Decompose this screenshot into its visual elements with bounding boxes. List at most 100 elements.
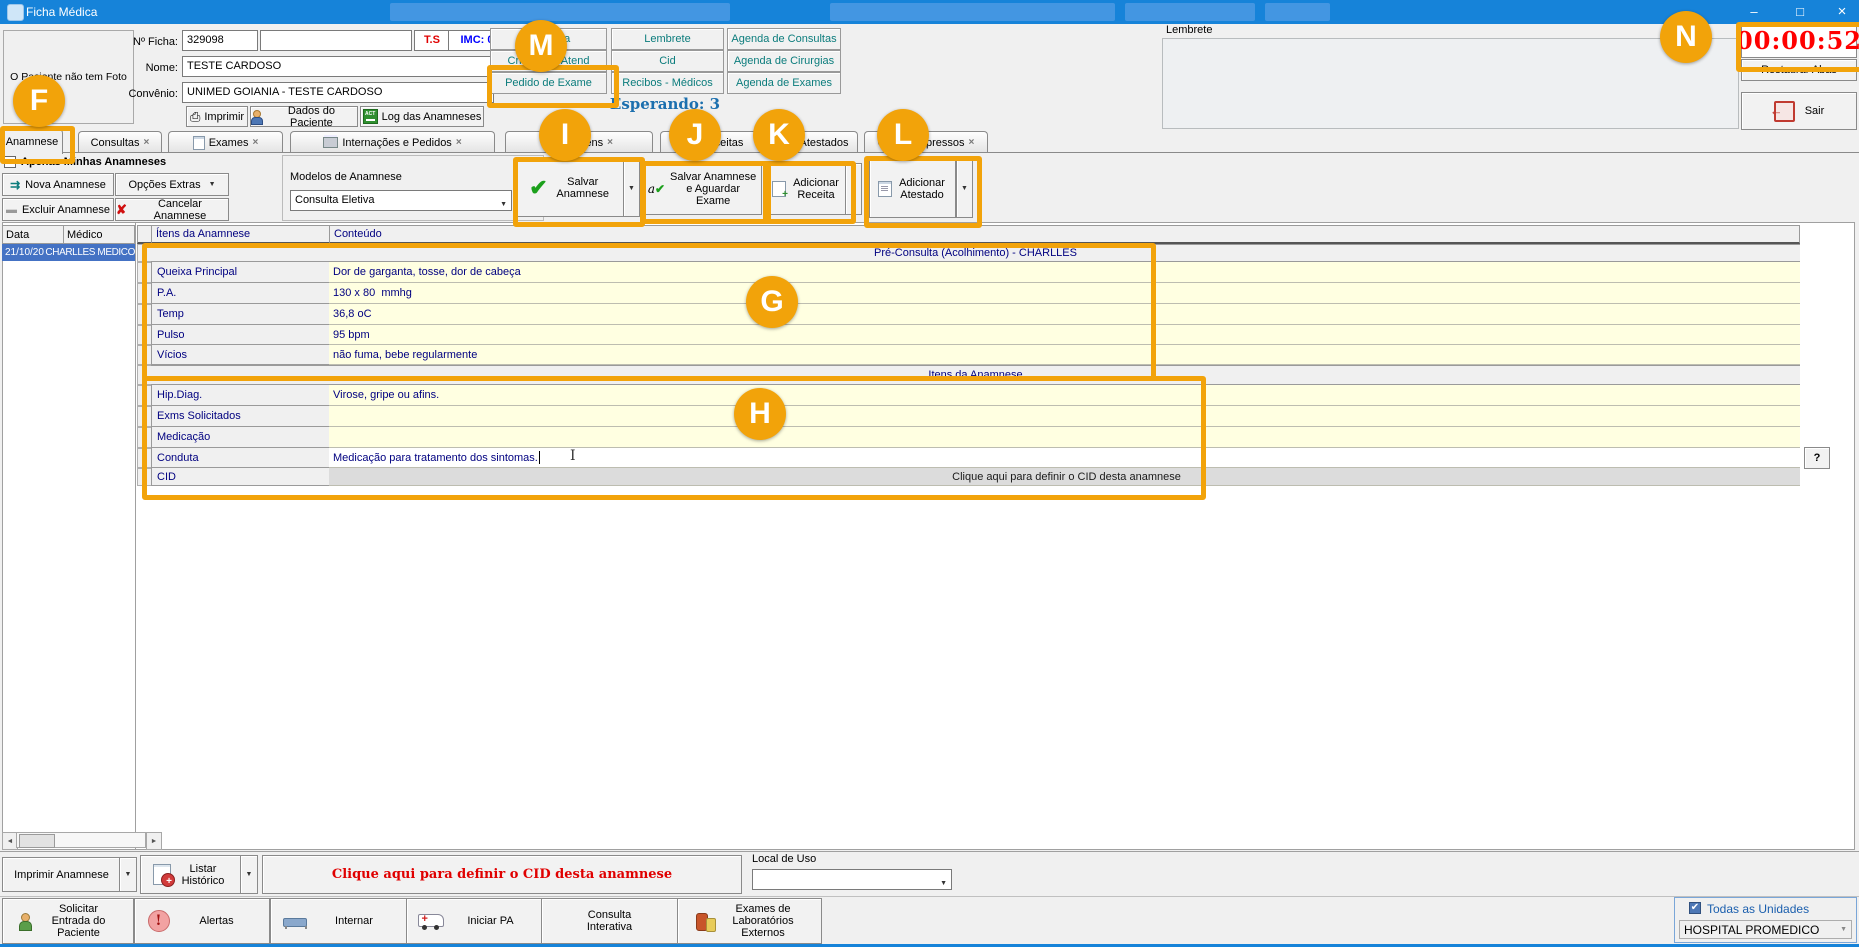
redacted-title-text xyxy=(830,3,1115,21)
quick-button-lembrete[interactable]: Lembrete xyxy=(611,28,724,50)
quick-button-agenda-de-cirurgias[interactable]: Agenda de Cirurgias xyxy=(727,50,841,72)
scrollbar-thumb[interactable] xyxy=(19,834,55,848)
printer-icon xyxy=(323,137,338,148)
ficha-label: Nº Ficha: xyxy=(130,36,178,48)
ficha-secondary-input[interactable] xyxy=(260,30,412,51)
tab-label: Atestados xyxy=(800,137,849,149)
extra-options-button[interactable]: Opções Extras ▼ xyxy=(115,173,229,196)
grid-col-items[interactable]: Ítens da Anamnese xyxy=(151,225,330,244)
tab-internacoes-e-pedidos[interactable]: Internações e Pedidos× xyxy=(290,131,495,153)
footer-iniciar-pa-button[interactable]: Iniciar PA xyxy=(406,898,542,944)
nome-input[interactable]: TESTE CARDOSO xyxy=(182,56,494,77)
cancel-anamnese-button[interactable]: ✘ Cancelar Anamnese xyxy=(115,198,229,221)
grid-corner xyxy=(137,225,152,244)
chevron-down-icon: ▼ xyxy=(209,181,216,188)
nome-label: Nome: xyxy=(130,62,178,74)
exit-button[interactable]: Sair xyxy=(1741,92,1857,130)
annotation-marker-f: F xyxy=(13,75,65,127)
history-col-medico[interactable]: Médico xyxy=(63,225,135,244)
log-icon xyxy=(363,109,378,124)
action-label: Dados do Paciente xyxy=(266,105,357,129)
all-units-label: Todas as Unidades xyxy=(1707,902,1809,916)
patient-data-icon xyxy=(251,110,262,123)
tab-consultas[interactable]: Consultas × xyxy=(78,131,162,153)
footer-button-label: Alertas xyxy=(177,915,257,927)
scroll-right-arrow[interactable]: ► xyxy=(146,832,162,850)
reminder-panel[interactable] xyxy=(1162,38,1739,129)
action-imprimir-button[interactable]: ⎙ Imprimir xyxy=(186,106,248,127)
convenio-input[interactable]: UNIMED GOIANIA - TESTE CARDOSO xyxy=(182,82,494,103)
quick-button-agenda-de-consultas[interactable]: Agenda de Consultas xyxy=(727,28,841,50)
reminder-label: Lembrete xyxy=(1166,24,1212,36)
minimize-button[interactable]: – xyxy=(1733,0,1775,24)
help-button[interactable]: ? xyxy=(1804,447,1830,469)
quick-button-agenda-de-exames[interactable]: Agenda de Exames xyxy=(727,72,841,94)
tab-close-icon[interactable]: × xyxy=(144,137,150,148)
exit-label: Sair xyxy=(1805,105,1825,117)
footer-consulta-interativa-button[interactable]: Consulta Interativa xyxy=(541,898,678,944)
chevron-down-icon: ▼ xyxy=(1840,926,1847,933)
chevron-down-icon: ▼ xyxy=(940,876,947,890)
ficha-input[interactable]: 329098 xyxy=(182,30,258,51)
redacted-title-text xyxy=(390,3,730,21)
footer-exames-de-laboratorios-externos-button[interactable]: Exames de Laboratórios Externos xyxy=(677,898,822,944)
window-title: Ficha Médica xyxy=(26,5,97,19)
modelo-combobox[interactable]: Consulta Eletiva ▼ xyxy=(290,190,512,211)
tab-label: Consultas xyxy=(91,137,140,149)
annotation-marker-g: G xyxy=(746,276,798,328)
footer-solicitar-entrada-do-paciente-button[interactable]: Solicitar Entrada do Paciente xyxy=(2,898,134,944)
redacted-title-text xyxy=(1125,3,1255,21)
annotation-marker-h: H xyxy=(734,388,786,440)
new-anamnese-icon: ⇉ xyxy=(10,178,20,192)
annotation-marker-n: N xyxy=(1660,11,1712,63)
maximize-button[interactable]: □ xyxy=(1779,0,1821,24)
quick-button-recibos-medicos[interactable]: Recibos - Médicos xyxy=(611,72,724,94)
action-dados-do-paciente-button[interactable]: Dados do Paciente xyxy=(250,106,358,127)
scrollbar-track[interactable] xyxy=(16,832,146,848)
print-anamnese-button[interactable]: Imprimir Anamnese xyxy=(2,857,121,892)
chevron-down-icon: ▼ xyxy=(500,197,507,211)
tab-exames[interactable]: Exames× xyxy=(168,131,283,153)
define-cid-bar[interactable]: Clique aqui para definir o CID desta ana… xyxy=(262,855,742,894)
list-history-dropdown[interactable]: ▼ xyxy=(240,855,258,894)
person-icon xyxy=(18,913,32,930)
tab-close-icon[interactable]: × xyxy=(252,137,258,148)
tab-close-icon[interactable]: × xyxy=(456,137,462,148)
footer-button-label: Internar xyxy=(314,915,394,927)
annotation-box-l xyxy=(864,156,982,228)
new-anamnese-button[interactable]: ⇉ Nova Anamnese xyxy=(2,173,114,196)
footer-button-label: Iniciar PA xyxy=(451,915,531,927)
annotation-box-k xyxy=(763,161,856,224)
annotation-box-i xyxy=(513,157,645,227)
app-icon xyxy=(7,4,24,21)
quick-button-cid[interactable]: Cid xyxy=(611,50,724,72)
modelos-panel xyxy=(282,155,544,221)
annotation-box-f xyxy=(0,126,75,164)
lab-icon xyxy=(696,911,716,931)
annotation-box-m xyxy=(487,65,619,108)
tab-close-icon[interactable]: × xyxy=(968,137,974,148)
annotation-marker-l: L xyxy=(877,109,929,161)
printer-icon: ⎙ xyxy=(190,110,200,123)
grid-col-content[interactable]: Conteúdo xyxy=(329,225,1800,244)
action-label: Log das Anamneses xyxy=(382,111,482,123)
print-anamnese-dropdown[interactable]: ▼ xyxy=(119,857,137,892)
divider xyxy=(135,222,136,850)
action-log-das-anamneses-button[interactable]: Log das Anamneses xyxy=(360,106,484,127)
delete-anamnese-button[interactable]: ▬ Excluir Anamnese xyxy=(2,198,114,221)
list-history-button[interactable]: Listar Histórico xyxy=(140,855,242,894)
footer-button-label: Exames de Laboratórios Externos xyxy=(723,903,803,939)
footer-alertas-button[interactable]: !Alertas xyxy=(134,898,270,944)
annotation-box-h xyxy=(142,376,1206,500)
history-row[interactable]: 21/10/20CHARLLES MEDICO xyxy=(2,244,135,261)
close-button[interactable]: × xyxy=(1821,0,1859,24)
action-label: Imprimir xyxy=(204,111,244,123)
local-de-uso-combobox[interactable]: ▼ xyxy=(752,869,952,890)
all-units-checkbox[interactable]: ✔ xyxy=(1689,902,1701,914)
delete-anamnese-icon: ▬ xyxy=(6,204,17,216)
history-col-data[interactable]: Data xyxy=(2,225,64,244)
unit-combobox[interactable]: HOSPITAL PROMEDICO ▼ xyxy=(1679,920,1852,939)
footer-internar-button[interactable]: Internar xyxy=(270,898,407,944)
tab-close-icon[interactable]: × xyxy=(607,137,613,148)
ts-badge[interactable]: T.S xyxy=(414,30,450,51)
